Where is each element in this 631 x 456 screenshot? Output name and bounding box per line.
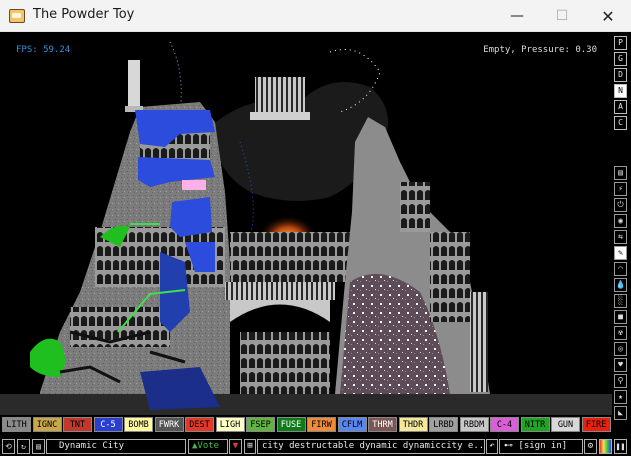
element-cflm[interactable]: CFLM (337, 417, 367, 432)
right-buildings (430, 232, 470, 322)
element-fire[interactable]: FIRE (581, 417, 611, 432)
toggle-p[interactable]: P (614, 36, 627, 50)
element-bar: LITH IGNC TNT C-5 BOMB FWRK DEST LIGH FSEP FUSE FI… (2, 417, 612, 433)
settings-icon[interactable]: ⚙ (584, 439, 597, 454)
element-ligh[interactable]: LIGH (215, 417, 245, 432)
element-dest[interactable]: DEST (185, 417, 214, 432)
left-tower (128, 60, 140, 110)
close-button[interactable]: ✕ (585, 0, 631, 32)
tools-icon[interactable]: ⚲ (614, 374, 627, 388)
electronics-icon[interactable]: ⚡ (614, 182, 627, 196)
center-city (230, 232, 355, 282)
minimize-button[interactable]: — (494, 0, 540, 32)
powders-icon[interactable]: ░ (614, 294, 627, 308)
open-icon[interactable]: ⟲ (2, 439, 15, 454)
element-c-5[interactable]: C-5 (93, 417, 123, 432)
gases-icon[interactable]: ◠ (614, 262, 627, 276)
simulation-scene (0, 41, 612, 415)
pressure-readout: Empty, Pressure: 0.30 (483, 45, 597, 55)
walls-icon[interactable]: ▤ (614, 166, 627, 180)
pause-icon[interactable]: ❚❚ (614, 439, 627, 454)
render-toggles: P G D N A C (614, 36, 628, 132)
favorites-icon[interactable]: ★ (614, 390, 627, 404)
maximize-button[interactable]: ☐ (539, 0, 585, 32)
sign-in-button[interactable]: ⊷ [sign in] (499, 439, 583, 454)
clear-icon[interactable]: ↶ (486, 439, 498, 454)
element-fsep[interactable]: FSEP (246, 417, 275, 432)
element-rbdm[interactable]: RBDM (459, 417, 489, 432)
element-bomb[interactable]: BOMB (124, 417, 153, 432)
save-name[interactable]: Dynamic City (46, 439, 186, 454)
plant-patch (30, 338, 65, 377)
sign-in-label: [sign in] (518, 441, 568, 451)
category-menu: ▤ ⚡ ⏻ ◉ ⇆ ✎ ◠ 💧 ░ ■ ☢ ◎ ♥ ⚲ ★ ◣ (614, 166, 628, 422)
element-tnt[interactable]: TNT (63, 417, 92, 432)
liquids-icon[interactable]: 💧 (614, 278, 627, 292)
nuclear-icon[interactable]: ☢ (614, 326, 627, 340)
element-thrm[interactable]: THRM (368, 417, 397, 432)
element-gun[interactable]: GUN (551, 417, 580, 432)
window-title-bar: The Powder Toy — ☐ ✕ (0, 0, 631, 32)
app-icon (9, 9, 25, 23)
sensors-icon[interactable]: ◉ (614, 214, 627, 228)
solids-icon[interactable]: ■ (614, 310, 627, 324)
element-firw[interactable]: FIRW (307, 417, 336, 432)
vote-up-button[interactable]: ▲Vote (188, 439, 228, 454)
element-ignc[interactable]: IGNC (32, 417, 62, 432)
element-lith[interactable]: LITH (2, 417, 31, 432)
element-fuse[interactable]: FUSE (276, 417, 306, 432)
central-palace (255, 77, 305, 117)
tag-icon[interactable]: ⊞ (244, 439, 256, 454)
pink-block (182, 180, 206, 190)
element-thdr[interactable]: THDR (398, 417, 428, 432)
element-nitr[interactable]: NITR (520, 417, 550, 432)
toggle-d[interactable]: D (614, 68, 627, 82)
game-viewport: FPS: 59.24 Empty, Pressure: 0.30 P G D N… (0, 32, 631, 456)
toggle-a[interactable]: A (614, 100, 627, 114)
simulation-canvas[interactable]: FPS: 59.24 Empty, Pressure: 0.30 (0, 32, 612, 415)
toggle-n[interactable]: N (614, 84, 627, 98)
more-icon[interactable]: ◣ (614, 406, 627, 420)
reload-icon[interactable]: ↻ (17, 439, 30, 454)
life-icon[interactable]: ♥ (614, 358, 627, 372)
toggle-c[interactable]: C (614, 116, 627, 130)
element-lrbd[interactable]: LRBD (429, 417, 458, 432)
fps-readout: FPS: 59.24 (16, 45, 71, 55)
ground (0, 394, 612, 415)
element-fwrk[interactable]: FWRK (154, 417, 184, 432)
vote-down-button[interactable]: ▼ (229, 439, 242, 454)
explosives-icon[interactable]: ✎ (614, 246, 627, 260)
lower-buildings (240, 332, 330, 394)
stone-bridge (230, 300, 330, 322)
element-c-4[interactable]: C-4 (490, 417, 519, 432)
bottom-bar: ⟲ ↻ ▤ Dynamic City ▲Vote ▼ ⊞ city destru… (0, 437, 631, 456)
powered-icon[interactable]: ⏻ (614, 198, 627, 212)
window-title: The Powder Toy (33, 7, 135, 22)
renderer-icon[interactable] (599, 439, 612, 454)
force-icon[interactable]: ⇆ (614, 230, 627, 244)
toggle-g[interactable]: G (614, 52, 627, 66)
save-icon[interactable]: ▤ (32, 439, 45, 454)
special-icon[interactable]: ◎ (614, 342, 627, 356)
tags-field[interactable]: city destructable dynamic dynamiccity e.… (257, 439, 485, 454)
vote-label: Vote (197, 441, 220, 451)
